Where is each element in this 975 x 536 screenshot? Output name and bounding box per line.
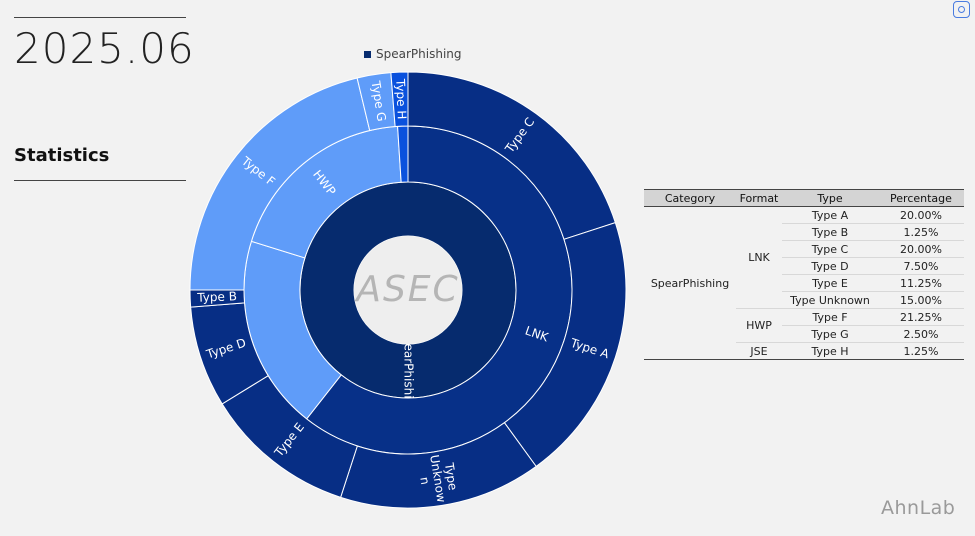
asec-logo: ASEC bbox=[354, 269, 459, 310]
header-percentage: Percentage bbox=[878, 189, 964, 207]
percentage-cell: 20.00% bbox=[878, 206, 964, 224]
type-cell: Type C bbox=[782, 240, 878, 258]
percentage-cell: 1.25% bbox=[878, 223, 964, 241]
type-cell: Type H bbox=[782, 342, 878, 360]
percentage-cell: 15.00% bbox=[878, 291, 964, 309]
type-cell: Type Unknown bbox=[782, 291, 878, 309]
sunburst-label: Type H bbox=[393, 78, 409, 120]
percentage-cell: 1.25% bbox=[878, 342, 964, 360]
percentage-cell: 11.25% bbox=[878, 274, 964, 292]
percentage-cell: 7.50% bbox=[878, 257, 964, 275]
percentage-cell: 21.25% bbox=[878, 308, 964, 326]
format-cell: HWP bbox=[736, 308, 782, 343]
type-cell: Type G bbox=[782, 325, 878, 343]
header-format: Format bbox=[736, 189, 782, 207]
format-cell: JSE bbox=[736, 342, 782, 360]
type-cell: Type F bbox=[782, 308, 878, 326]
percentage-cell: 20.00% bbox=[878, 240, 964, 258]
table-row: SpearPhishing LNK Type A 20.00% bbox=[644, 206, 964, 360]
sunburst-label: Type B bbox=[196, 289, 237, 305]
percentage-cell: 2.50% bbox=[878, 325, 964, 343]
type-cell: Type D bbox=[782, 257, 878, 275]
type-cell: Type E bbox=[782, 274, 878, 292]
ahnlab-logo: AhnLab bbox=[881, 497, 956, 519]
type-cell: Type A bbox=[782, 206, 878, 224]
format-cell: LNK bbox=[736, 206, 782, 309]
screen-capture-icon[interactable] bbox=[953, 1, 970, 18]
table-header-row: Category Format Type Percentage bbox=[644, 189, 964, 207]
type-cell: Type B bbox=[782, 223, 878, 241]
statistics-table: Category Format Type Percentage SpearPhi… bbox=[644, 189, 964, 360]
header-type: Type bbox=[782, 189, 878, 207]
header-category: Category bbox=[644, 189, 736, 207]
category-cell: SpearPhishing bbox=[644, 206, 736, 360]
